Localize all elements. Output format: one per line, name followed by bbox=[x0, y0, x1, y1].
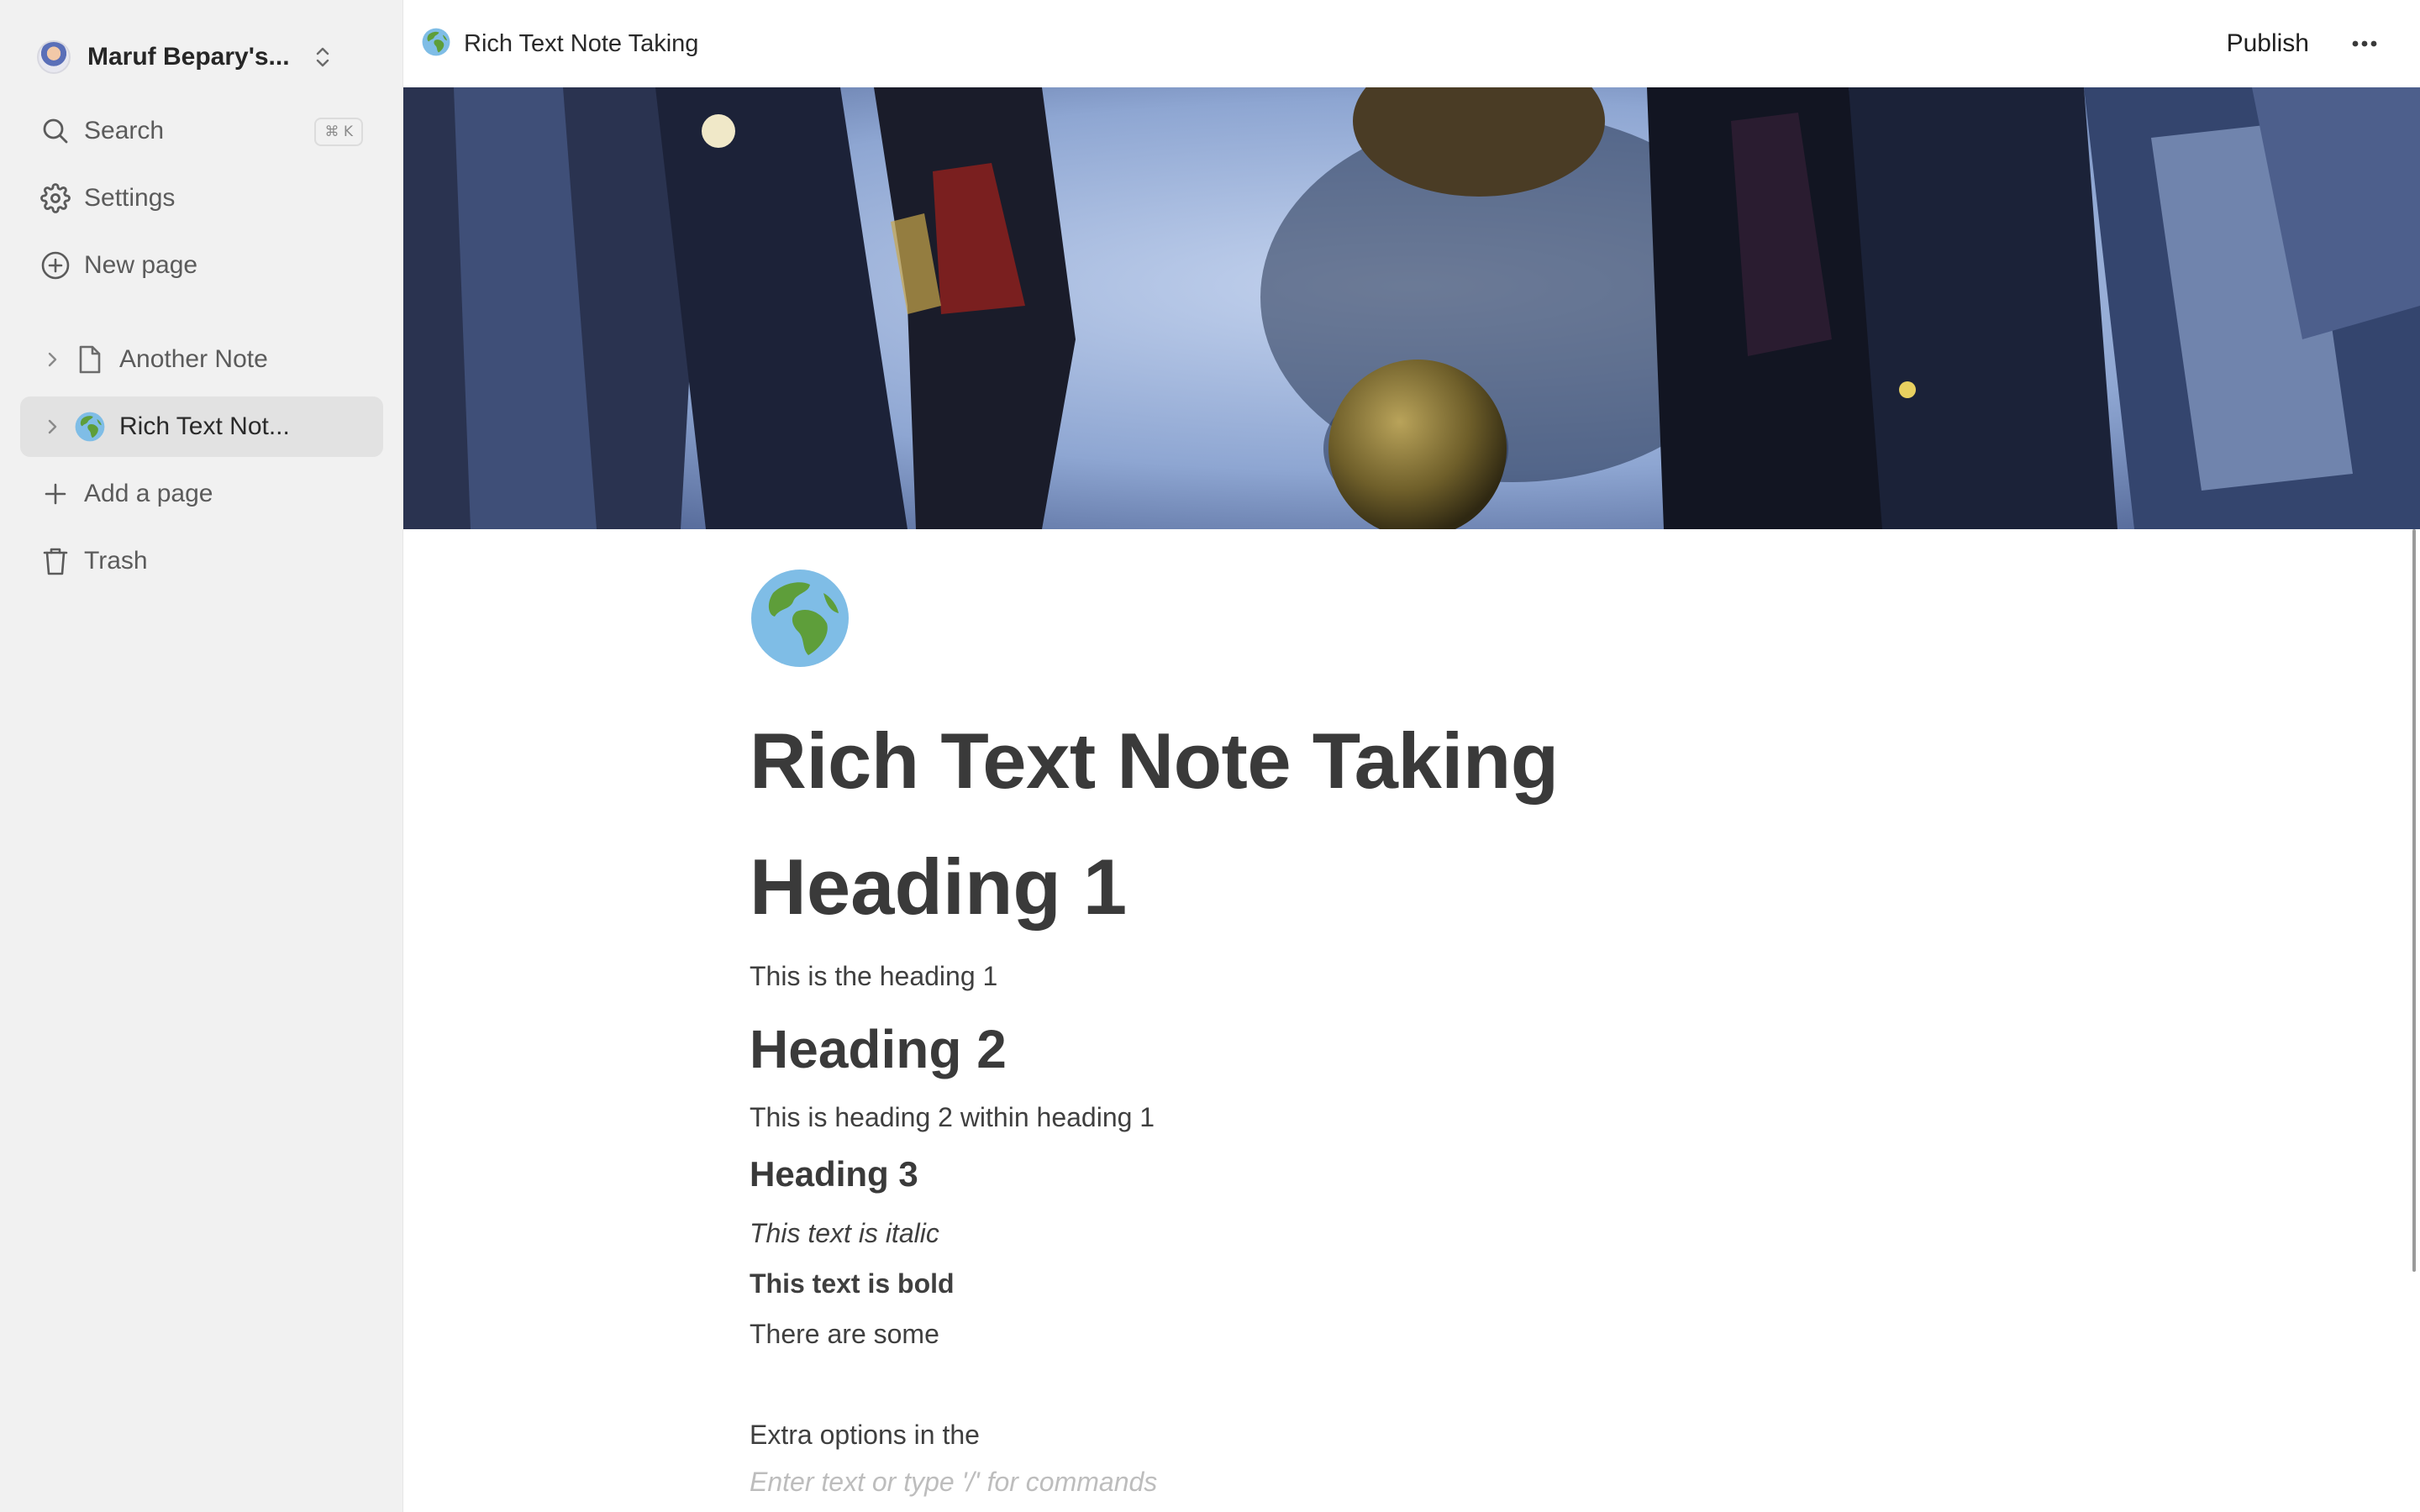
cover-image[interactable] bbox=[403, 87, 2420, 529]
paragraph[interactable]: Extra options in the bbox=[750, 1420, 980, 1451]
top-bar: Rich Text Note Taking Publish bbox=[403, 0, 2420, 87]
editor-placeholder[interactable]: Enter text or type '/' for commands bbox=[750, 1467, 1157, 1498]
avatar bbox=[37, 40, 71, 74]
breadcrumb[interactable]: Rich Text Note Taking bbox=[422, 25, 698, 62]
gear-icon bbox=[39, 181, 72, 215]
breadcrumb-title: Rich Text Note Taking bbox=[464, 29, 699, 57]
search-shortcut: ⌘ K bbox=[314, 118, 363, 146]
search-button[interactable]: Search ⌘ K bbox=[20, 101, 383, 161]
paragraph[interactable]: This is heading 2 within heading 1 bbox=[750, 1102, 1155, 1133]
scrollbar[interactable] bbox=[2412, 529, 2416, 1272]
new-page-label: New page bbox=[84, 251, 198, 279]
settings-button[interactable]: Settings bbox=[20, 168, 383, 228]
chevron-right-icon[interactable] bbox=[42, 349, 62, 370]
sidebar-item-label: Rich Text Not... bbox=[119, 412, 290, 440]
plus-circle-icon bbox=[39, 249, 72, 282]
publish-button[interactable]: Publish bbox=[2227, 25, 2309, 62]
heading-2[interactable]: Heading 2 bbox=[750, 1018, 1007, 1080]
more-horizontal-icon[interactable] bbox=[2348, 29, 2381, 59]
sidebar-item-label: Another Note bbox=[119, 345, 268, 373]
italic-paragraph[interactable]: This text is italic bbox=[750, 1218, 939, 1249]
trash-label: Trash bbox=[84, 547, 148, 575]
sidebar: Maruf Bepary's... Search ⌘ K Settings Ne… bbox=[0, 0, 403, 1512]
paragraph[interactable]: This is the heading 1 bbox=[750, 961, 997, 992]
trash-icon bbox=[39, 544, 72, 578]
globe-emoji-icon[interactable] bbox=[750, 568, 850, 669]
globe-emoji-icon bbox=[422, 28, 450, 60]
heading-3[interactable]: Heading 3 bbox=[750, 1154, 918, 1194]
add-page-label: Add a page bbox=[84, 480, 213, 507]
heading-1[interactable]: Heading 1 bbox=[750, 842, 1127, 932]
workspace-name: Maruf Bepary's... bbox=[87, 43, 290, 71]
chevron-up-down-icon[interactable] bbox=[308, 42, 338, 72]
sidebar-item-rich-text-note[interactable]: Rich Text Not... bbox=[20, 396, 383, 457]
settings-label: Settings bbox=[84, 184, 176, 212]
search-label: Search bbox=[84, 117, 165, 144]
page-title[interactable]: Rich Text Note Taking bbox=[750, 716, 1559, 806]
sidebar-item-another-note[interactable]: Another Note bbox=[20, 329, 383, 390]
globe-emoji-icon bbox=[74, 411, 106, 443]
chevron-right-icon[interactable] bbox=[42, 417, 62, 437]
plus-icon bbox=[39, 477, 72, 511]
file-icon bbox=[74, 344, 106, 375]
workspace-switcher[interactable]: Maruf Bepary's... bbox=[37, 37, 373, 77]
cover-artwork bbox=[403, 87, 2420, 529]
new-page-button[interactable]: New page bbox=[20, 235, 383, 296]
search-icon bbox=[39, 114, 72, 148]
paragraph[interactable]: There are some bbox=[750, 1319, 939, 1350]
bold-paragraph[interactable]: This text is bold bbox=[750, 1268, 955, 1299]
add-page-button[interactable]: Add a page bbox=[20, 464, 383, 524]
trash-button[interactable]: Trash bbox=[20, 531, 383, 591]
